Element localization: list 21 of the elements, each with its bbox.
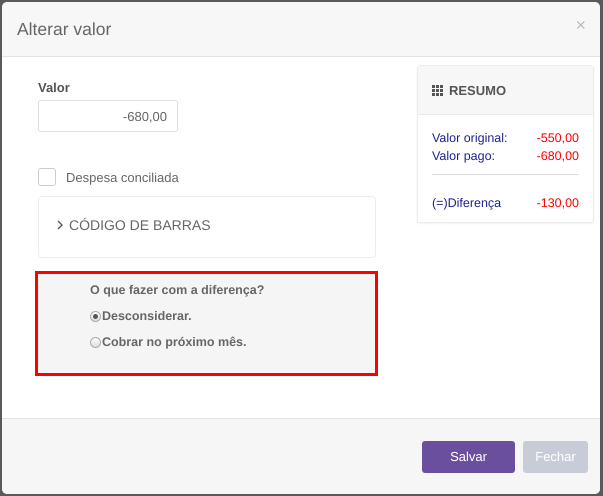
checkbox[interactable] bbox=[38, 168, 56, 186]
summary-title: RESUMO bbox=[449, 82, 506, 98]
radio-button[interactable] bbox=[90, 336, 101, 348]
question-label: O que fazer com a diferença? bbox=[90, 282, 266, 299]
grid-icon bbox=[432, 84, 443, 96]
summary-value: -550,00 bbox=[536, 130, 579, 147]
checkbox-label: Despesa conciliada bbox=[66, 170, 179, 184]
summary-label: (=)Diferença bbox=[432, 195, 502, 212]
summary-value: -130,00 bbox=[536, 195, 579, 212]
summary-value: -680,00 bbox=[536, 148, 579, 165]
radio-option[interactable]: Desconsiderar. bbox=[90, 303, 375, 329]
summary-label: Valor original: bbox=[432, 130, 508, 147]
dialog-title: Alterar valor bbox=[17, 18, 112, 40]
radio-button[interactable] bbox=[90, 310, 101, 322]
field-label: Valor bbox=[38, 80, 71, 97]
value-field[interactable]: -680,00 bbox=[38, 100, 178, 132]
summary-label: Valor pago: bbox=[432, 148, 496, 165]
save-button[interactable]: Salvar bbox=[422, 440, 515, 472]
chevron-icon bbox=[57, 220, 63, 230]
radio-option[interactable]: Cobrar no próximo mês. bbox=[90, 329, 375, 355]
collapsible-header[interactable]: CÓDIGO DE BARRAS bbox=[39, 216, 217, 234]
